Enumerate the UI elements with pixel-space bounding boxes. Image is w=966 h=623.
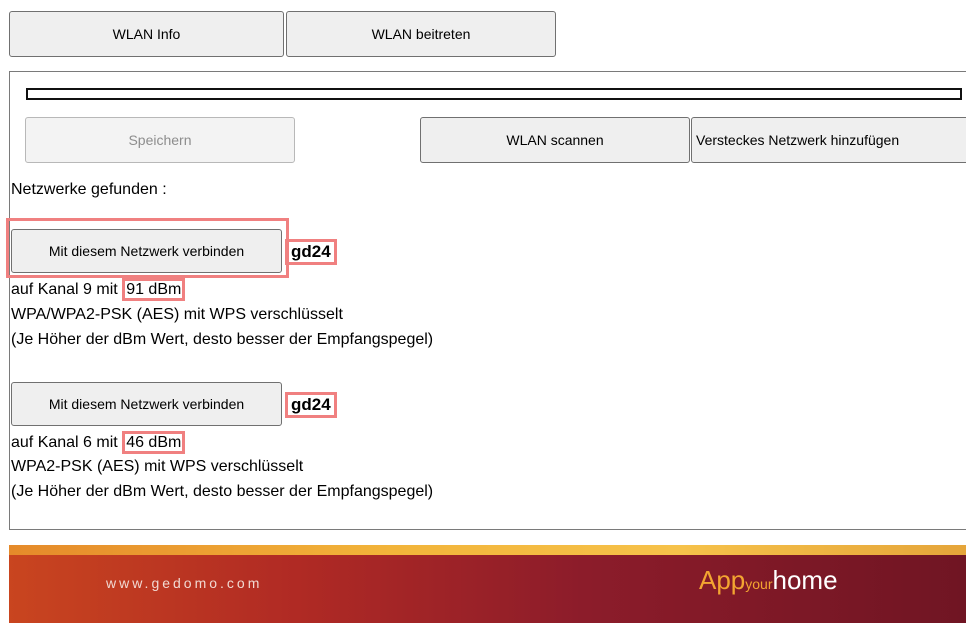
connect-network-button[interactable]: Mit diesem Netzwerk verbinden bbox=[11, 382, 282, 426]
network-security: WPA/WPA2-PSK (AES) mit WPS verschlüsselt bbox=[11, 306, 343, 323]
network-channel-text: auf Kanal 9 mit bbox=[11, 281, 118, 298]
brand-app-text: App bbox=[699, 565, 746, 595]
network-channel-line: auf Kanal 9 mit 91 dBm bbox=[11, 278, 186, 301]
connect-network-button[interactable]: Mit diesem Netzwerk verbinden bbox=[11, 229, 282, 273]
brand-logo: Appyourhome bbox=[699, 565, 838, 596]
brand-your-text: your bbox=[745, 576, 773, 592]
network-channel-line: auf Kanal 6 mit 46 dBm bbox=[11, 431, 186, 454]
network-signal-strength: 46 dBm bbox=[122, 431, 186, 454]
save-button[interactable]: Speichern bbox=[25, 117, 295, 163]
network-ssid: gd24 bbox=[285, 392, 337, 418]
scan-wlan-button[interactable]: WLAN scannen bbox=[420, 117, 690, 163]
scan-progress-bar bbox=[26, 88, 962, 100]
network-ssid: gd24 bbox=[285, 239, 337, 265]
footer-accent-stripe bbox=[9, 545, 966, 555]
network-hint: (Je Höher der dBm Wert, desto besser der… bbox=[11, 331, 434, 348]
network-security: WPA2-PSK (AES) mit WPS verschlüsselt bbox=[11, 458, 304, 475]
networks-found-label: Netzwerke gefunden : bbox=[11, 181, 167, 198]
network-signal-strength: 91 dBm bbox=[122, 278, 186, 301]
footer-website: www.gedomo.com bbox=[106, 575, 263, 591]
add-hidden-network-button[interactable]: Versteckes Netzwerk hinzufügen bbox=[691, 117, 966, 163]
tab-wlan-join[interactable]: WLAN beitreten bbox=[286, 11, 556, 57]
brand-home-text: home bbox=[772, 565, 838, 595]
tab-wlan-info[interactable]: WLAN Info bbox=[9, 11, 284, 57]
footer-banner: www.gedomo.com Appyourhome bbox=[9, 545, 966, 623]
network-hint: (Je Höher der dBm Wert, desto besser der… bbox=[11, 483, 434, 500]
network-channel-text: auf Kanal 6 mit bbox=[11, 434, 118, 451]
